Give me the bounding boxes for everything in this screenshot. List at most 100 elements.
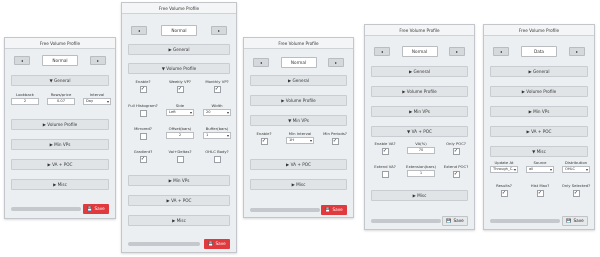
prev-preset-button[interactable]: ◂ — [374, 47, 390, 56]
rows-price-input[interactable]: 0.07 — [47, 98, 75, 105]
section-volume-profile[interactable]: ▶ Volume Profile — [371, 86, 468, 97]
save-button[interactable]: 💾 Save — [83, 204, 109, 214]
width-select[interactable]: 20 — [203, 109, 231, 116]
section-misc[interactable]: ▶ Misc — [128, 215, 230, 226]
next-preset-button[interactable]: ▸ — [449, 47, 465, 56]
side-select[interactable]: Left — [166, 109, 194, 116]
next-preset-button[interactable]: ▸ — [90, 56, 106, 65]
section-volume-profile[interactable]: ▼ Volume Profile — [128, 63, 230, 74]
enable-checkbox[interactable]: ✓ — [139, 86, 147, 93]
save-button[interactable]: 💾 Save — [204, 239, 230, 249]
save-button[interactable]: 💾 Save — [321, 205, 347, 215]
field-extension-bars: Extension(bars) 1 — [404, 164, 438, 177]
section-general[interactable]: ▼ General — [11, 75, 109, 86]
gradient-checkbox[interactable]: ✓ — [139, 156, 147, 163]
field-gradient: Gradient? ✓ — [126, 149, 160, 163]
next-preset-button[interactable]: ▸ — [211, 26, 227, 35]
section-min-vps[interactable]: ▶ Min VPs — [371, 106, 468, 117]
prev-preset-button[interactable]: ◂ — [14, 56, 30, 65]
source-select[interactable]: all — [526, 166, 554, 173]
resize-slider[interactable] — [128, 242, 200, 246]
only-poc-checkbox[interactable]: ✓ — [452, 148, 460, 155]
section-volume-profile[interactable]: ▶ Volume Profile — [250, 95, 347, 106]
enable-va-checkbox[interactable]: ✓ — [381, 148, 389, 155]
section-min-vps[interactable]: ▶ Min VPs — [490, 106, 588, 117]
section-misc[interactable]: ▶ Misc — [250, 179, 347, 190]
section-va-poc[interactable]: ▶ VA + POC — [11, 159, 109, 170]
field-label: Offset(bars) — [168, 126, 192, 131]
field-buffer-bars: Buffer(bars) 1 — [200, 126, 234, 139]
enable-checkbox[interactable]: ✓ — [260, 138, 268, 145]
only-selected-checkbox[interactable]: ✓ — [572, 190, 580, 197]
min-interval-select[interactable]: 1H — [286, 137, 314, 144]
update-at-select[interactable]: Through_C... — [490, 166, 518, 173]
resize-slider[interactable] — [250, 208, 320, 212]
distribution-select[interactable]: OHLC — [562, 166, 590, 173]
section-va-poc[interactable]: ▶ VA + POC — [250, 159, 347, 170]
field-label: VA(%) — [415, 141, 427, 146]
section-min-vps[interactable]: ▶ Min VPs — [128, 175, 230, 186]
prev-preset-button[interactable]: ◂ — [493, 47, 509, 56]
section-misc[interactable]: ▶ Misc — [11, 179, 109, 190]
monthly-vp-checkbox[interactable]: ✓ — [213, 86, 221, 93]
section-general[interactable]: ▶ General — [490, 66, 588, 77]
ohlc-body-checkbox[interactable]: ✓ — [213, 156, 221, 163]
section-volume-profile[interactable]: ▶ Volume Profile — [490, 86, 588, 97]
field-label: Enable? — [256, 131, 272, 136]
save-icon: 💾 — [566, 218, 572, 223]
lookback-input[interactable]: 2 — [11, 98, 39, 105]
mirrored-checkbox[interactable]: ✓ — [139, 133, 147, 140]
save-icon: 💾 — [208, 241, 214, 246]
extension-input[interactable]: 1 — [407, 170, 435, 177]
extend-va-checkbox[interactable]: ✓ — [381, 171, 389, 178]
field-extend-poc: Extend POC? ✓ — [439, 164, 473, 178]
section-min-vps[interactable]: ▼ Min VPs — [250, 115, 347, 126]
section-general[interactable]: ▶ General — [128, 44, 230, 55]
field-label: Distribution — [564, 160, 588, 165]
next-preset-button[interactable]: ▸ — [569, 47, 585, 56]
panel-title: Free Volume Profile — [244, 38, 353, 49]
full-histogram-checkbox[interactable]: ✓ — [139, 110, 147, 117]
resize-slider[interactable] — [371, 219, 441, 223]
resize-slider[interactable] — [11, 207, 81, 211]
vol-deltas-checkbox[interactable]: ✓ — [176, 156, 184, 163]
save-label: Save — [573, 218, 584, 223]
section-misc[interactable]: ▶ Misc — [371, 190, 468, 201]
section-volume-profile[interactable]: ▶ Volume Profile — [11, 119, 109, 130]
prev-preset-button[interactable]: ◂ — [253, 58, 269, 67]
section-general[interactable]: ▶ General — [250, 75, 347, 86]
field-only-selected: Only Selected? ✓ — [559, 183, 593, 197]
prev-preset-button[interactable]: ◂ — [131, 26, 147, 35]
section-min-vps[interactable]: ▶ Min VPs — [11, 139, 109, 150]
preset-name: Normal — [401, 46, 438, 57]
section-general[interactable]: ▶ General — [371, 66, 468, 77]
va-percent-input[interactable]: 70 — [407, 147, 435, 154]
min-periods-checkbox[interactable]: ✓ — [331, 138, 339, 145]
preset-name: Data — [521, 46, 557, 57]
field-label: Gradient? — [133, 149, 153, 154]
next-preset-button[interactable]: ▸ — [328, 58, 344, 67]
save-button[interactable]: 💾 Save — [562, 216, 588, 226]
field-monthly-vp: Monthly VP? ✓ — [200, 79, 234, 93]
panel-title: Free Volume Profile — [484, 25, 594, 36]
section-va-poc[interactable]: ▶ VA + POC — [490, 126, 588, 137]
field-mirrored: Mirrored? ✓ — [126, 126, 160, 140]
field-va-percent: VA(%) 70 — [404, 141, 438, 154]
section-misc[interactable]: ▼ Misc — [490, 146, 588, 157]
resize-slider[interactable] — [490, 219, 560, 223]
results-checkbox[interactable]: ✓ — [500, 190, 508, 197]
buffer-select[interactable]: 1 — [203, 132, 231, 139]
field-full-histogram: Full Histogram? ✓ — [126, 103, 160, 117]
save-icon: 💾 — [325, 207, 331, 212]
section-va-poc[interactable]: ▶ VA + POC — [128, 195, 230, 206]
field-label: Lookback — [16, 92, 34, 97]
save-button[interactable]: 💾 Save — [442, 216, 468, 226]
interval-select[interactable]: Day — [83, 98, 111, 105]
field-ohlc-body: OHLC Body? ✓ — [200, 149, 234, 163]
section-va-poc[interactable]: ▼ VA + POC — [371, 126, 468, 137]
field-label: Source — [533, 160, 547, 165]
weekly-vp-checkbox[interactable]: ✓ — [176, 86, 184, 93]
extend-poc-checkbox[interactable]: ✓ — [452, 171, 460, 178]
hist-max-checkbox[interactable]: ✓ — [536, 190, 544, 197]
offset-input[interactable]: 2 — [166, 132, 194, 139]
